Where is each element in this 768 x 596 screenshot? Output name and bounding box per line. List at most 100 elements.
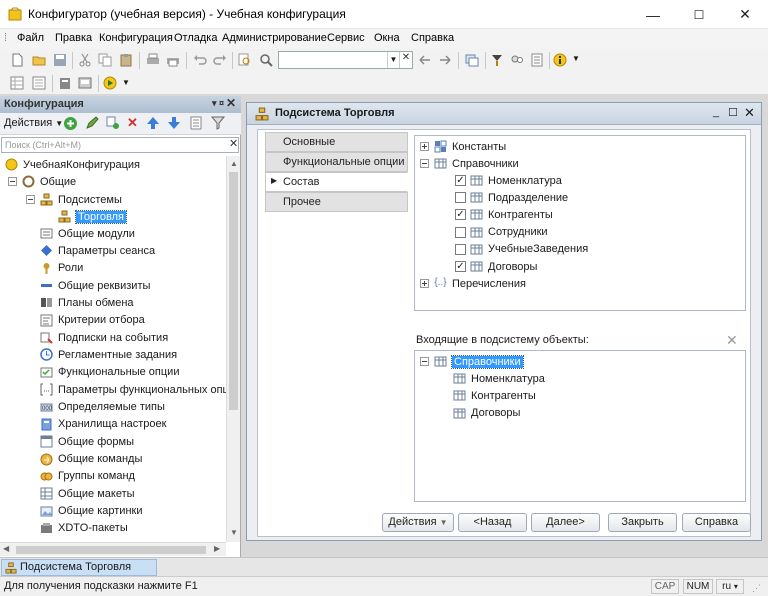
tree-horizontal-scrollbar[interactable]: ◀ ▶ — [0, 542, 226, 556]
dialog-close-icon[interactable]: ✕ — [744, 105, 755, 121]
move-up-icon[interactable] — [146, 116, 160, 130]
save-icon[interactable] — [53, 53, 67, 67]
table-icon[interactable] — [10, 76, 24, 90]
tree-subsystems[interactable]: Подсистемы — [26, 191, 122, 208]
next-button[interactable]: Далее> — [531, 513, 600, 532]
collapse-icon[interactable] — [26, 195, 35, 204]
remove-included-icon[interactable]: ✕ — [726, 332, 738, 349]
window-list-icon[interactable] — [465, 53, 479, 67]
catalog-item[interactable]: Сотрудники — [455, 224, 548, 241]
search-next-icon[interactable] — [438, 53, 452, 67]
tree-item[interactable]: Общие реквизиты — [40, 277, 150, 294]
collapse-icon[interactable] — [420, 357, 429, 366]
menu-file[interactable]: Файл — [17, 32, 44, 44]
dialog-maximize-icon[interactable]: ☐ — [728, 106, 738, 119]
tree-general[interactable]: Общие — [8, 173, 76, 190]
taskbar-item[interactable]: Подсистема Торговля — [1, 559, 157, 576]
tree-item[interactable]: Группы команд — [40, 468, 135, 485]
panel-close-icon[interactable]: ✕ — [226, 96, 236, 110]
tree-catalogs[interactable]: Справочники — [420, 155, 519, 172]
back-button[interactable]: <Назад — [458, 513, 527, 532]
tree-root[interactable]: УчебнаяКонфигурация — [5, 156, 140, 173]
configuration-search-input[interactable]: Поиск (Ctrl+Alt+M) — [1, 137, 239, 153]
assistant-icon[interactable] — [510, 53, 524, 67]
expand-icon[interactable] — [420, 142, 429, 151]
resize-grip-icon[interactable]: ⋰ — [752, 583, 761, 594]
open-folder-icon[interactable] — [32, 53, 46, 67]
copy-item-icon[interactable] — [106, 116, 120, 130]
tree-item[interactable]: Критерии отбора — [40, 312, 145, 329]
tree-enums[interactable]: {..} Перечисления — [420, 275, 526, 292]
minimize-button[interactable]: — — [630, 0, 676, 29]
run-debug-icon[interactable] — [103, 76, 117, 90]
tab-composition[interactable]: ▶ Состав — [265, 172, 408, 192]
tree-item[interactable]: Подписки на события — [40, 329, 168, 346]
print-icon[interactable] — [146, 53, 160, 67]
tree-item[interactable]: Хранилища настроек — [40, 416, 166, 433]
syntax-helper-icon[interactable] — [490, 53, 504, 67]
actions-button[interactable]: Действия ▼ — [382, 513, 454, 532]
tree-constants[interactable]: Константы — [420, 138, 506, 155]
properties-icon[interactable] — [32, 76, 46, 90]
tree-subsystem-trade[interactable]: Торговля — [58, 208, 127, 225]
undo-icon[interactable] — [193, 53, 207, 67]
search-combobox[interactable]: ▼ ✕ — [278, 51, 413, 69]
move-down-icon[interactable] — [167, 116, 181, 130]
unchecked-checkbox[interactable] — [455, 243, 466, 255]
pin-icon[interactable]: ▾ ¤ — [212, 98, 224, 109]
close-dialog-button[interactable]: Закрыть — [608, 513, 677, 532]
tab-main[interactable]: Основные — [265, 132, 408, 152]
menu-configuration[interactable]: Конфигурация — [99, 32, 173, 44]
find-in-text-icon[interactable] — [238, 53, 252, 67]
menu-administration[interactable]: Администрирование — [222, 32, 327, 44]
catalog-item[interactable]: ✓ Номенклатура — [455, 172, 562, 189]
add-icon[interactable] — [63, 116, 78, 131]
infobase-icon[interactable] — [78, 76, 92, 90]
unchecked-checkbox[interactable] — [455, 226, 466, 238]
maximize-button[interactable]: ☐ — [676, 0, 722, 29]
catalog-item[interactable]: ✓ Договоры — [455, 258, 537, 275]
redo-icon[interactable] — [213, 53, 227, 67]
tree-item[interactable]: 000 Определяемые типы — [40, 399, 165, 416]
tree-item[interactable]: Параметры функциональных опций — [40, 381, 226, 398]
menu-edit[interactable]: Правка — [55, 32, 92, 44]
tree-item[interactable]: Общие команды — [40, 451, 142, 468]
filter-icon[interactable] — [211, 116, 225, 130]
new-document-icon[interactable] — [10, 53, 24, 67]
catalog-item[interactable]: Подразделение — [455, 189, 568, 206]
list-icon[interactable] — [189, 116, 203, 130]
help-button[interactable]: Справка — [682, 513, 751, 532]
menu-help[interactable]: Справка — [411, 32, 454, 44]
checked-checkbox[interactable]: ✓ — [455, 209, 466, 221]
menu-service[interactable]: Сервис — [327, 32, 365, 44]
tree-item[interactable]: Параметры сеанса — [40, 242, 155, 259]
language-indicator[interactable]: ru ▾ — [716, 579, 744, 594]
menu-windows[interactable]: Окна — [374, 32, 400, 44]
print-preview-icon[interactable] — [166, 53, 180, 67]
tree-item[interactable]: Общие макеты — [40, 485, 135, 502]
search-input[interactable] — [279, 52, 387, 68]
tree-item[interactable]: Функциональные опции — [40, 364, 179, 381]
info-icon[interactable] — [553, 53, 567, 67]
menu-debug[interactable]: Отладка — [174, 32, 217, 44]
tree-item[interactable]: Общие формы — [40, 433, 134, 450]
collapse-icon[interactable] — [8, 177, 17, 186]
tab-functional-options[interactable]: Функциональные опции — [265, 152, 408, 172]
tree-item[interactable]: XDTO-пакеты — [40, 520, 128, 537]
checked-checkbox[interactable]: ✓ — [455, 175, 466, 186]
chevron-down-icon[interactable]: ▼ — [387, 52, 399, 68]
tree-item[interactable]: Роли — [40, 260, 83, 277]
copy-icon[interactable] — [98, 53, 112, 67]
edit-pencil-icon[interactable] — [85, 116, 99, 130]
included-item[interactable]: Номенклатура — [453, 370, 545, 387]
included-catalogs[interactable]: Справочники — [420, 353, 524, 370]
catalog-item[interactable]: ✓ Контрагенты — [455, 206, 553, 223]
tab-other[interactable]: Прочее — [265, 192, 408, 212]
close-button[interactable]: ✕ — [722, 0, 768, 29]
included-item[interactable]: Контрагенты — [453, 387, 536, 404]
search-clear-icon[interactable]: ✕ — [229, 137, 238, 150]
tree-item[interactable]: Регламентные задания — [40, 346, 177, 363]
expand-icon[interactable] — [420, 279, 429, 288]
cut-icon[interactable] — [78, 53, 92, 67]
clear-search-icon[interactable]: ✕ — [399, 52, 412, 68]
